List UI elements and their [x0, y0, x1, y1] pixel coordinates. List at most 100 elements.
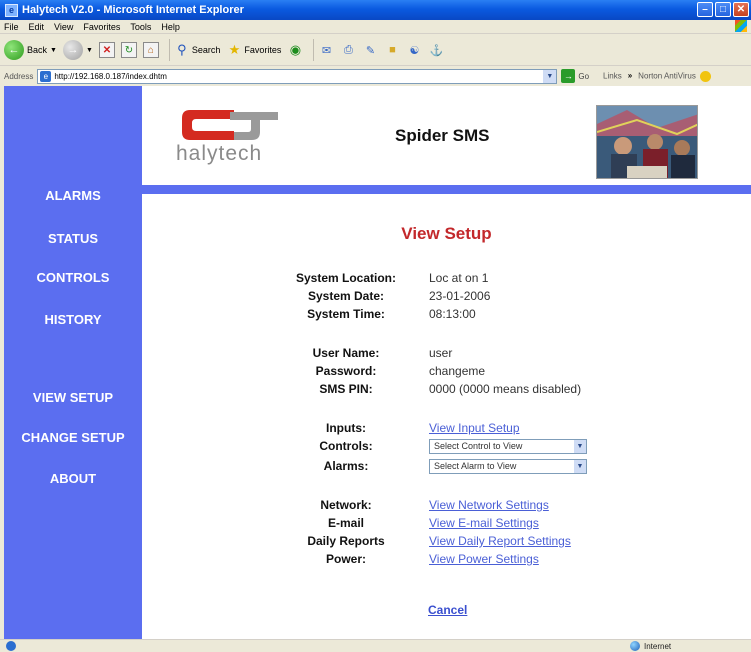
media-icon: ◉ — [289, 42, 302, 57]
window-title: Halytech V2.0 - Microsoft Internet Explo… — [22, 4, 244, 16]
system-time-value: 08:13:00 — [429, 307, 476, 321]
toolbar-separator — [313, 39, 315, 61]
search-label: Search — [191, 45, 221, 55]
links-bar[interactable]: Links » Norton AntiVirus — [603, 70, 711, 82]
sms-pin-label: SMS PIN: — [319, 382, 373, 396]
favorites-button[interactable]: ★ Favorites — [226, 42, 282, 58]
chevron-down-icon[interactable]: ▼ — [543, 69, 557, 83]
dropdown-icon: ▼ — [50, 46, 57, 54]
back-button[interactable]: ← Back ▼ — [4, 40, 57, 60]
chevron-down-icon: ▼ — [574, 440, 586, 453]
page-title: View Setup — [401, 224, 492, 243]
links-chevron: » — [627, 71, 633, 81]
inputs-label: Inputs: — [326, 421, 366, 435]
menu-favorites[interactable]: Favorites — [83, 22, 120, 32]
nav-change-setup[interactable]: CHANGE SETUP — [4, 430, 142, 445]
nav-view-setup[interactable]: VIEW SETUP — [4, 390, 142, 405]
maximize-button[interactable]: □ — [715, 2, 731, 17]
halytech-logo: halytech — [176, 110, 288, 172]
edit-icon[interactable]: ✎ — [362, 42, 378, 58]
menu-file[interactable]: File — [4, 22, 19, 32]
password-value: changeme — [429, 364, 486, 378]
search-button[interactable]: ⚲ Search — [174, 42, 221, 58]
browser-window: e Halytech V2.0 - Microsoft Internet Exp… — [0, 0, 751, 652]
view-input-setup-link[interactable]: View Input Setup — [429, 421, 520, 435]
nav-controls[interactable]: CONTROLS — [4, 270, 142, 285]
view-daily-report-settings-link[interactable]: View Daily Report Settings — [429, 534, 571, 548]
chevron-down-icon: ▼ — [574, 460, 586, 473]
favorites-label: Favorites — [244, 45, 282, 55]
media-button[interactable]: ◉ — [287, 42, 303, 58]
norton-icon — [699, 70, 711, 82]
refresh-icon: ↻ — [120, 42, 137, 58]
research-icon[interactable]: ⚓ — [428, 42, 444, 58]
view-power-settings-link[interactable]: View Power Settings — [429, 552, 539, 566]
system-time-label: System Time: — [307, 307, 385, 321]
search-icon: ⚲ — [177, 42, 187, 57]
page-icon: e — [40, 70, 52, 82]
windows-logo-icon — [735, 20, 747, 32]
address-bar: Address e http://192.168.0.187/index.dht… — [0, 67, 751, 85]
minimize-button[interactable]: – — [697, 2, 713, 17]
cancel-link[interactable]: Cancel — [428, 603, 467, 617]
links-label: Links — [603, 71, 622, 81]
nav-about[interactable]: ABOUT — [4, 471, 142, 486]
refresh-button[interactable]: ↻ — [120, 42, 137, 58]
nav-history[interactable]: HISTORY — [4, 312, 142, 327]
page-viewport: ALARMS STATUS CONTROLS HISTORY VIEW SETU… — [4, 86, 751, 639]
daily-reports-label: Daily Reports — [307, 534, 385, 548]
nav-status[interactable]: STATUS — [4, 231, 142, 246]
main-content: View Setup System Location: Loc at on 1 … — [142, 194, 751, 639]
star-icon: ★ — [228, 42, 241, 57]
stop-icon: ✕ — [98, 42, 115, 58]
sms-pin-value: 0000 (0000 means disabled) — [429, 382, 582, 396]
system-location-value: Loc at on 1 — [429, 271, 489, 285]
view-email-settings-link[interactable]: View E-mail Settings — [429, 516, 539, 530]
forward-arrow-icon: → — [62, 40, 83, 60]
nav-alarms[interactable]: ALARMS — [4, 188, 142, 203]
header-photo — [596, 105, 698, 179]
mail-icon[interactable]: ✉ — [318, 42, 334, 58]
system-date-label: System Date: — [307, 289, 385, 303]
zone-label: Internet — [644, 641, 672, 651]
logo-grey-mark — [230, 112, 278, 140]
print-icon[interactable]: ⎙ — [340, 42, 356, 58]
menu-tools[interactable]: Tools — [130, 22, 151, 32]
messenger-icon[interactable]: ☯ — [406, 42, 422, 58]
address-url: http://192.168.0.187/index.dhtm — [54, 71, 167, 81]
menu-edit[interactable]: Edit — [29, 22, 45, 32]
go-button[interactable]: → Go — [561, 69, 589, 83]
globe-icon — [630, 641, 640, 651]
app-title: Spider SMS — [395, 126, 490, 145]
close-button[interactable]: ✕ — [733, 2, 749, 17]
go-arrow-icon: → — [561, 69, 576, 83]
menu-view[interactable]: View — [54, 22, 73, 32]
stop-button[interactable]: ✕ — [98, 42, 115, 58]
password-label: Password: — [315, 364, 377, 378]
logo-wordmark: halytech — [176, 142, 263, 165]
page-header: halytech Spider SMS — [142, 86, 751, 185]
dropdown-icon: ▼ — [85, 46, 93, 54]
page-status-icon — [6, 641, 16, 651]
back-label: Back — [27, 45, 48, 55]
home-icon: ⌂ — [142, 42, 159, 58]
menu-bar: File Edit View Favorites Tools Help — [0, 20, 751, 34]
security-zone: Internet — [630, 641, 671, 651]
ie-icon: e — [5, 3, 18, 17]
alarms-select-value: Select Alarm to View — [434, 461, 517, 471]
forward-button[interactable]: → ▼ — [62, 40, 93, 60]
address-input[interactable]: e http://192.168.0.187/index.dhtm ▼ — [37, 68, 558, 84]
home-button[interactable]: ⌂ — [142, 42, 159, 58]
window-controls: – □ ✕ — [697, 2, 749, 17]
network-label: Network: — [320, 498, 372, 512]
toolbar: ← Back ▼ → ▼ ✕ ↻ ⌂ ⚲ Search ★ Favorites … — [0, 35, 751, 66]
alarms-select[interactable]: Select Alarm to View ▼ — [429, 459, 587, 474]
user-name-label: User Name: — [312, 346, 380, 360]
view-network-settings-link[interactable]: View Network Settings — [429, 498, 549, 512]
controls-select[interactable]: Select Control to View ▼ — [429, 439, 587, 454]
title-bar: e Halytech V2.0 - Microsoft Internet Exp… — [0, 0, 751, 20]
menu-help[interactable]: Help — [161, 22, 180, 32]
user-name-value: user — [429, 346, 453, 360]
alarms-label: Alarms: — [323, 459, 369, 473]
folder-icon[interactable]: ■ — [384, 42, 400, 58]
